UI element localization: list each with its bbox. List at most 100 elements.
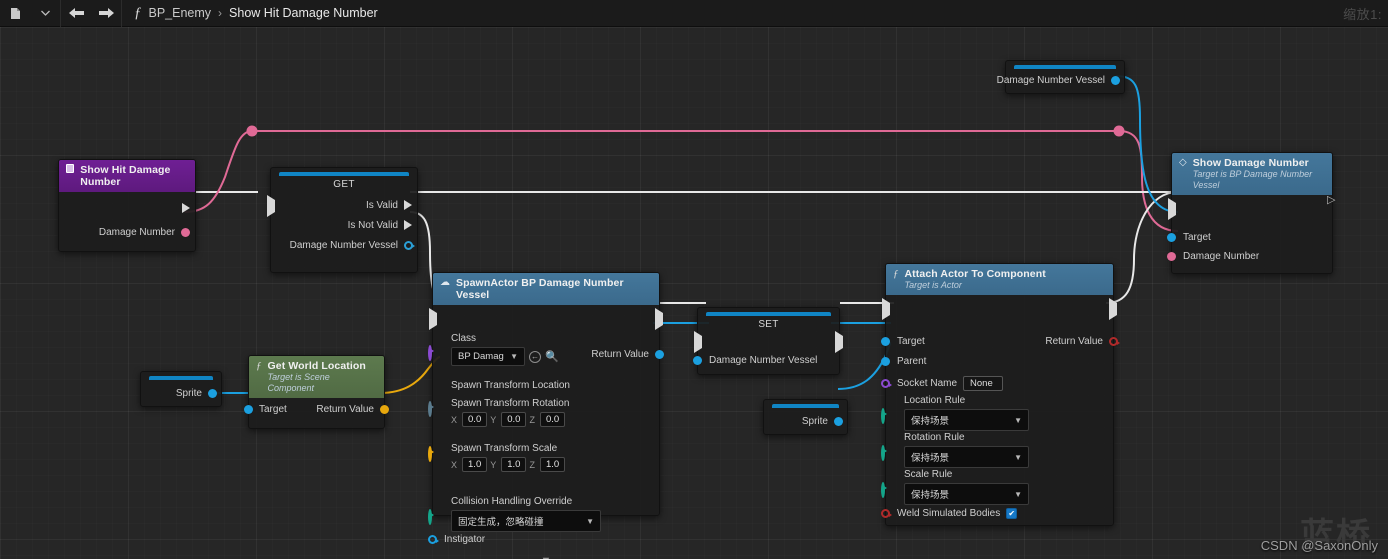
node-variable-damage-number-vessel[interactable]: Damage Number Vessel	[997, 60, 1125, 94]
pin-is-valid[interactable]: Is Valid	[357, 197, 421, 213]
pin-spawn-transform-rotation[interactable]	[428, 401, 432, 417]
node-attach-actor-to-component[interactable]: ƒ Attach Actor To Component Target is Ac…	[881, 263, 1120, 526]
enum-pin-icon[interactable]	[881, 482, 885, 498]
pin-collision-handling-override[interactable]	[428, 509, 432, 525]
location-rule-select[interactable]: 保持场景 ▼	[904, 409, 1029, 431]
node-get-world-location[interactable]: ƒ Get World Location Target is Scene Com…	[244, 355, 389, 429]
int-pin-icon[interactable]	[181, 227, 190, 237]
search-icon[interactable]: 🔍	[545, 350, 559, 363]
rotation-y-input[interactable]: 0.0	[501, 412, 527, 427]
pin-sprite[interactable]: Sprite	[167, 385, 226, 401]
enum-pin-icon[interactable]	[428, 509, 432, 525]
pin-label: Sprite	[801, 415, 828, 427]
arrow-right-icon[interactable]	[91, 0, 121, 27]
blueprint-graph-canvas[interactable]: Show Hit Damage Number Damage Number GET…	[0, 27, 1388, 559]
exec-in-pin[interactable]	[882, 298, 890, 320]
rotation-rule-select[interactable]: 保持场景 ▼	[904, 446, 1029, 468]
node-variable-sprite-right[interactable]: Sprite	[763, 399, 848, 435]
weld-simulated-bodies-checkbox[interactable]: ✔	[1006, 508, 1018, 519]
pin-scale-rule[interactable]	[881, 482, 885, 498]
vector-pin-icon[interactable]	[428, 446, 432, 462]
exec-in-pin[interactable]	[429, 308, 437, 330]
node-header: ◇ Show Damage Number Target is BP Damage…	[1172, 153, 1332, 195]
pin-sprite[interactable]: Sprite	[793, 413, 852, 429]
exec-in-pin[interactable]	[694, 331, 702, 353]
node-event-show-hit-damage-number[interactable]: Show Hit Damage Number Damage Number	[58, 159, 196, 252]
pin-location-rule[interactable]	[881, 408, 885, 424]
bool-pin-icon[interactable]	[881, 509, 892, 518]
object-pin-icon[interactable]	[1167, 233, 1176, 242]
browse-icon[interactable]: ←	[529, 350, 541, 363]
pin-damage-number-vessel[interactable]: Damage Number Vessel	[988, 72, 1129, 88]
exec-out-pin[interactable]	[1109, 298, 1117, 320]
breadcrumb-current[interactable]: Show Hit Damage Number	[229, 6, 378, 20]
object-pin-icon[interactable]	[404, 240, 415, 250]
event-node-icon	[66, 164, 75, 173]
exec-in-pin[interactable]	[267, 195, 275, 217]
pin-instigator[interactable]: Instigator	[428, 534, 485, 545]
pin-target[interactable]: Target	[244, 404, 287, 415]
pin-damage-number-vessel[interactable]: Damage Number Vessel	[281, 237, 422, 253]
class-pin-icon[interactable]	[428, 345, 432, 361]
chevron-down-icon[interactable]	[30, 0, 60, 27]
object-pin-icon[interactable]	[428, 535, 439, 544]
scale-z-input[interactable]: 1.0	[539, 457, 566, 472]
object-pin-icon[interactable]	[655, 350, 664, 359]
socket-name-input[interactable]: None	[963, 376, 1004, 391]
object-pin-icon[interactable]	[834, 416, 843, 426]
scale-rule-select[interactable]: 保持场景 ▼	[904, 483, 1029, 505]
object-pin-icon[interactable]	[693, 356, 702, 365]
object-pin-icon[interactable]	[881, 337, 890, 346]
enum-pin-icon[interactable]	[881, 408, 885, 424]
arrow-left-icon[interactable]	[61, 0, 91, 27]
chevron-down-icon[interactable]: ▼	[433, 553, 659, 559]
pin-spawn-transform-scale[interactable]	[428, 446, 432, 462]
exec-in-pin[interactable]	[1168, 198, 1176, 220]
pin-return-value[interactable]: Return Value	[1045, 336, 1120, 347]
class-select[interactable]: BP Damage Nu ▼	[451, 347, 525, 366]
pin-target[interactable]: Target	[1167, 232, 1211, 243]
breadcrumb-root[interactable]: BP_Enemy	[149, 6, 212, 20]
pin-parent[interactable]: Parent	[881, 356, 926, 367]
field-spawn-transform-rotation: Spawn Transform Rotation X 0.0 Y 0.0 Z 0…	[451, 398, 569, 427]
pin-weld-simulated-bodies[interactable]: Weld Simulated Bodies ✔	[881, 508, 1018, 519]
node-set-damage-number-vessel[interactable]: SET Damage Number Vessel	[693, 307, 843, 375]
collision-handling-select[interactable]: 固定生成，忽略碰撞 ▼	[451, 510, 601, 532]
object-pin-icon[interactable]	[881, 357, 890, 366]
pin-label: Is Valid	[365, 199, 398, 211]
pin-return-value[interactable]: Return Value	[316, 404, 389, 415]
int-pin-icon[interactable]	[1167, 252, 1176, 261]
object-pin-icon[interactable]	[1111, 75, 1120, 85]
object-pin-icon[interactable]	[208, 388, 217, 398]
pin-class[interactable]	[428, 345, 432, 361]
scale-y-input[interactable]: 1.0	[501, 457, 527, 472]
pin-return-value[interactable]: Return Value	[591, 349, 664, 360]
rotator-pin-icon[interactable]	[428, 401, 432, 417]
pin-is-not-valid[interactable]: Is Not Valid	[339, 217, 421, 233]
node-show-damage-number[interactable]: ◇ Show Damage Number Target is BP Damage…	[1167, 152, 1333, 274]
vector-pin-icon[interactable]	[380, 405, 389, 414]
node-isvalid-get[interactable]: GET Is Valid Is Not Valid Damage Number …	[267, 167, 421, 273]
blueprint-event-icon: ◇	[1179, 157, 1187, 168]
rotation-x-input[interactable]: 0.0	[462, 412, 488, 427]
node-variable-sprite-left[interactable]: Sprite	[140, 371, 222, 407]
rotation-z-input[interactable]: 0.0	[539, 412, 566, 427]
axis-x-label: X	[451, 414, 458, 425]
pin-socket-name[interactable]: Socket Name None	[881, 376, 1004, 391]
pin-target[interactable]: Target	[881, 336, 925, 347]
pin-damage-number-vessel-in[interactable]: Damage Number Vessel	[693, 355, 817, 366]
pin-damage-number[interactable]: Damage Number	[90, 224, 199, 240]
exec-out-pin[interactable]	[655, 308, 663, 330]
scale-x-input[interactable]: 1.0	[462, 457, 488, 472]
exec-out-pin[interactable]	[835, 331, 843, 353]
pin-damage-number[interactable]: Damage Number	[1167, 251, 1259, 262]
node-spawn-actor[interactable]: ☁ SpawnActor BP Damage Number Vessel Cla…	[428, 272, 664, 559]
object-pin-icon[interactable]	[244, 405, 253, 414]
pin-rotation-rule[interactable]	[881, 445, 885, 461]
exec-out-pin[interactable]	[173, 200, 199, 216]
name-pin-icon[interactable]	[881, 379, 892, 388]
enum-pin-icon[interactable]	[881, 445, 885, 461]
blueprint-icon[interactable]	[0, 0, 30, 27]
bool-pin-icon[interactable]	[1109, 337, 1120, 346]
exec-arrow-icon	[404, 200, 412, 210]
